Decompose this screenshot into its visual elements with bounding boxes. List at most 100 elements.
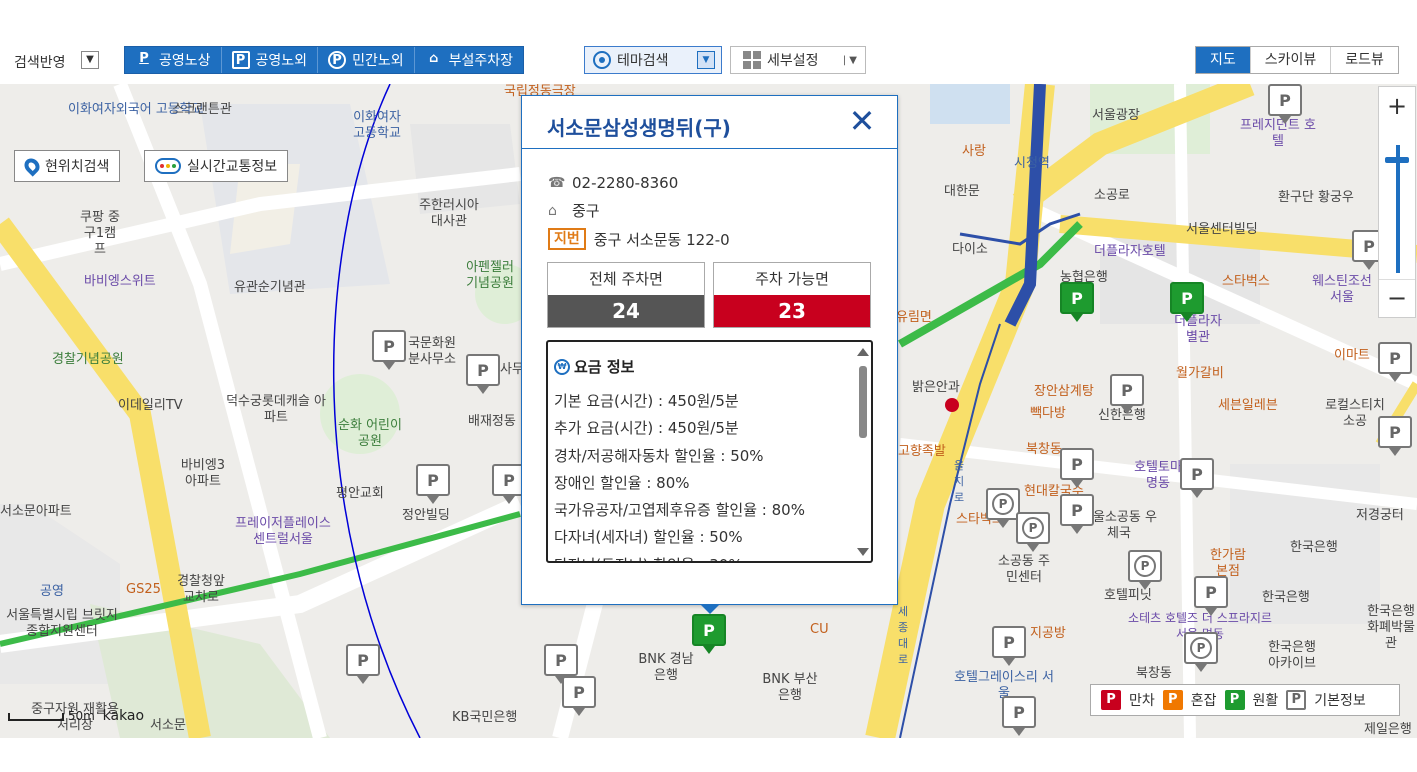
scroll-up-icon[interactable] <box>857 348 869 356</box>
map-label: 덕수궁롯데캐슬 아파트 <box>226 394 326 425</box>
chevron-down-icon: | ▼ <box>842 54 857 66</box>
filter-public-offstreet-button[interactable]: P 공영노외 <box>222 47 319 73</box>
map-label: BNK 경남은행 <box>638 652 694 683</box>
map-scale: 50m kakao <box>8 708 144 724</box>
phone-number: 02-2280-8360 <box>572 174 679 192</box>
zoom-handle[interactable] <box>1385 157 1409 163</box>
zoom-track[interactable] <box>1396 145 1400 273</box>
scale-distance: 50m <box>67 709 95 723</box>
parking-marker-private[interactable]: P <box>1128 550 1162 590</box>
parking-marker[interactable]: P <box>372 330 406 370</box>
home-icon: ⌂ <box>548 202 557 219</box>
map-label: 순화 어린이공원 <box>338 418 402 449</box>
legend-full-label: 만차 <box>1129 693 1155 709</box>
tab-map-view[interactable]: 지도 <box>1196 47 1251 73</box>
realtime-traffic-button[interactable]: 실시간교통정보 <box>144 150 289 182</box>
fee-list: 기본 요금(시간) : 450원/5분 추가 요금(시간) : 450원/5분 … <box>554 388 854 561</box>
parking-marker-private[interactable]: P <box>1016 512 1050 552</box>
detail-settings-button[interactable]: 세부설정 | ▼ <box>730 46 866 74</box>
parking-marker[interactable]: P <box>1110 374 1144 414</box>
map-label: 대한문 <box>944 184 980 199</box>
filter-private-offstreet-label: 민간노외 <box>352 53 404 69</box>
selected-parking-marker[interactable]: P <box>692 614 726 654</box>
map-label: 이마트 <box>1334 348 1370 363</box>
parking-marker[interactable]: P <box>466 354 500 394</box>
map-label: 북창동 <box>1026 442 1062 457</box>
filter-attached-parking-label: 부설주차장 <box>448 53 513 69</box>
map-label: 이데일리TV <box>118 398 183 413</box>
district-name: 중구 <box>572 202 600 220</box>
legend-busy-label: 혼잡 <box>1190 693 1217 709</box>
phone-row: ☎ 02-2280-8360 <box>548 174 678 192</box>
map-label: 한국은행 <box>1262 590 1310 605</box>
detail-settings-label: 세부설정 <box>767 53 819 69</box>
map-label: 서소문 <box>150 718 186 733</box>
map-label: 소공로 <box>1094 188 1130 203</box>
close-icon[interactable]: ✕ <box>848 105 876 137</box>
lot-address: 중구 서소문동 122-0 <box>593 230 730 249</box>
map-label: 아펜젤러 기념공원 <box>466 260 514 291</box>
map-label: 고향족발 <box>898 444 946 459</box>
tab-sky-view[interactable]: 스카이뷰 <box>1250 47 1332 73</box>
scroll-thumb[interactable] <box>859 366 867 438</box>
parking-marker-private[interactable]: P <box>986 488 1020 528</box>
fee-scrollbar[interactable] <box>857 348 869 556</box>
realtime-traffic-label: 실시간교통정보 <box>187 159 278 175</box>
filter-attached-parking-button[interactable]: ⌂ 부설주차장 <box>415 47 523 73</box>
popup-pointer <box>700 604 720 614</box>
basic-parking-icon: P <box>1286 690 1307 710</box>
search-reflect-dropdown[interactable]: ▼ <box>81 51 99 69</box>
parking-legend: P 만차 P 혼잡 P 원활 P 기본정보 <box>1090 684 1400 716</box>
scroll-down-icon[interactable] <box>857 548 869 556</box>
map-label: 배재정동 <box>468 414 516 429</box>
parking-marker[interactable]: P <box>1378 342 1412 382</box>
map-label: 월가갈비 <box>1176 366 1224 381</box>
map-label: 북창동 <box>1136 666 1172 681</box>
map-label: 호텔토마 명동 <box>1134 460 1182 491</box>
parking-marker-private[interactable]: P <box>1184 632 1218 672</box>
zoom-out-button[interactable]: − <box>1379 279 1415 317</box>
map-label: KB국민은행 <box>452 710 518 725</box>
parking-marker[interactable]: P <box>1060 494 1094 534</box>
theme-search-button[interactable]: 테마검색 ▼ <box>584 46 722 74</box>
zoom-in-button[interactable]: + <box>1379 87 1415 125</box>
parking-marker[interactable]: P <box>1060 448 1094 488</box>
map-label: 한국은행 아카이브 <box>1268 640 1316 671</box>
target-icon <box>593 51 611 69</box>
tab-road-view[interactable]: 로드뷰 <box>1331 47 1398 73</box>
map-label: 경찰기념공원 <box>52 352 124 367</box>
busy-parking-icon: P <box>1162 690 1183 710</box>
parking-marker-smooth[interactable]: P <box>1170 282 1204 322</box>
parking-marker[interactable]: P <box>1378 416 1412 456</box>
parking-roof-icon: ⌂ <box>428 51 439 66</box>
map-label: 빽다방 <box>1030 406 1066 421</box>
parking-marker[interactable]: P <box>416 464 450 504</box>
map-label: 호텔피닛 <box>1104 588 1152 603</box>
parking-marker[interactable]: P <box>1194 576 1228 616</box>
parking-marker[interactable]: P <box>562 676 596 716</box>
full-parking-icon: P <box>1101 690 1121 710</box>
total-spaces-value: 24 <box>548 295 704 327</box>
parking-marker[interactable]: P <box>1180 458 1214 498</box>
fee-item: 기본 요금(시간) : 450원/5분 <box>554 392 739 410</box>
filter-private-offstreet-button[interactable]: P 민간노외 <box>318 47 415 73</box>
parking-marker[interactable]: P <box>1268 84 1302 124</box>
map-label: 공영 <box>40 584 64 599</box>
fee-info-panel[interactable]: ₩ 요금 정보 기본 요금(시간) : 450원/5분 추가 요금(시간) : … <box>546 340 873 563</box>
map-label: 사랑 <box>962 144 986 159</box>
map-label: 웨스틴조선 서울 <box>1312 274 1372 305</box>
map-label: 유림면 <box>896 310 932 325</box>
parking-marker-smooth[interactable]: P <box>1060 282 1094 322</box>
parking-marker[interactable]: P <box>1002 696 1036 736</box>
parking-marker[interactable]: P <box>992 626 1026 666</box>
map-label: 쿠팡 중구1캠프 <box>80 210 121 257</box>
filter-public-street-label: 공영노상 <box>159 53 211 69</box>
chevron-down-icon[interactable]: ▼ <box>697 51 715 69</box>
filter-public-street-button[interactable]: P 공영노상 <box>125 47 222 73</box>
map-label: 정안빌딩 <box>402 508 450 523</box>
map-label: 지공방 <box>1030 626 1066 641</box>
map-label: 제일은행 <box>1364 722 1412 737</box>
popup-divider <box>522 148 897 149</box>
parking-marker[interactable]: P <box>346 644 380 684</box>
current-location-button[interactable]: 현위치검색 <box>14 150 121 182</box>
